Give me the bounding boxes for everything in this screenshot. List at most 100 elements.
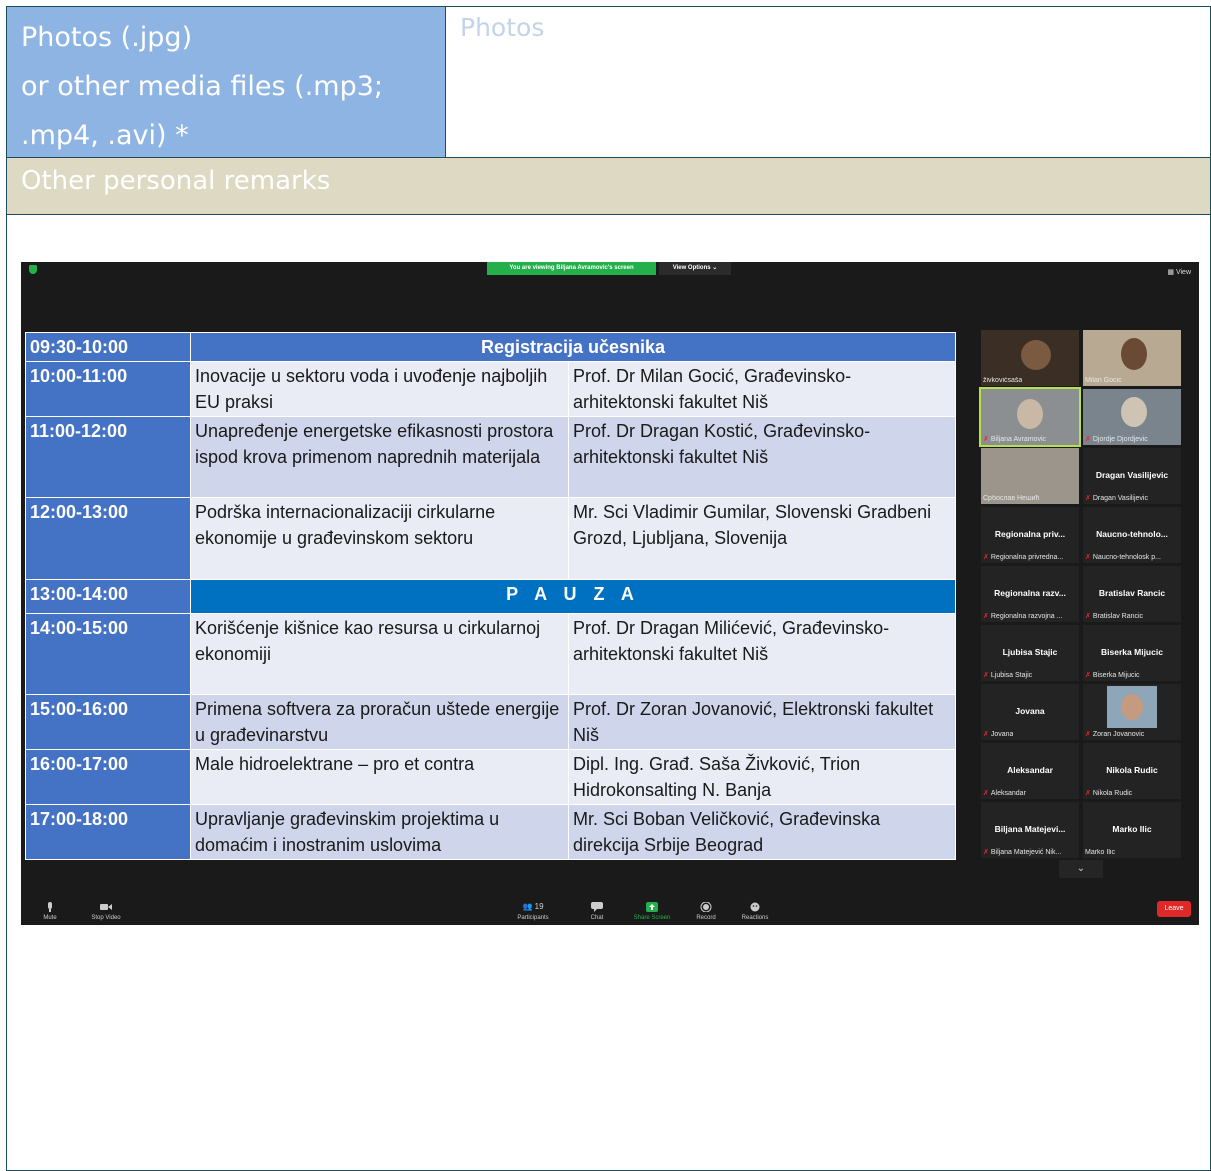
participant-name: Regionalna razv... [994,588,1066,598]
participant-label: ✗ Bratislav Rancic [1085,613,1144,620]
mic-muted-icon: ✗ [1085,436,1091,443]
participant-tile[interactable]: Naucno-tehnolo... ✗ Naucno-tehnolosk p... [1083,507,1181,563]
participant-tile[interactable]: Biserka Mijucic ✗ Biserka Mijucic [1083,625,1181,681]
participant-label: ✗ Djordje Djordjevic [1085,436,1148,443]
participant-tile[interactable]: Aleksandar ✗ Aleksandar [981,743,1079,799]
schedule-time: 12:00-13:00 [25,497,191,580]
participant-label: ✗ Jovana [983,731,1014,738]
schedule-time: 10:00-11:00 [25,361,191,417]
participant-label: ✗ Dragan Vasilijevic [1085,495,1148,502]
schedule-topic: Korišćenje kišnice kao resursa u cirkula… [190,613,569,695]
mic-muted-icon: ✗ [1085,672,1091,679]
photos-label-line1: Photos (.jpg) [21,22,193,53]
participant-tile[interactable]: Milan Gocic [1083,330,1181,386]
participant-video [1121,338,1147,370]
participant-video [1017,399,1043,429]
schedule-topic: Male hidroelektrane – pro et contra [190,749,569,805]
schedule-speaker: Prof. Dr Dragan Kostić, Građevinsko-arhi… [567,416,957,498]
mic-muted-icon: ✗ [983,554,989,561]
reactions-button[interactable]: Reactions [730,902,780,921]
mic-muted-icon: ✗ [983,790,989,797]
view-button[interactable]: ▦ View [1167,268,1191,276]
photos-label-line3: .mp4, .avi) * [21,120,189,151]
view-label: View [1175,269,1191,276]
participant-label: ✗ Ljubisa Stajic [983,672,1033,679]
camera-icon [100,904,112,910]
participant-name: Jovana [1015,706,1045,716]
chevron-down-icon[interactable]: ⌄ [1059,860,1103,878]
participant-label: ✗ Regionalna razvojna ... [983,613,1063,620]
leave-button[interactable]: Leave [1157,901,1191,917]
photos-label-cell: Photos (.jpg) or other media files (.mp3… [7,7,446,158]
zoom-screenshot: You are viewing Biljana Avramovic's scre… [21,262,1199,925]
participant-name: Biljana Matejevi... [994,824,1066,834]
schedule-time: 11:00-12:00 [25,416,191,498]
participant-name: Biserka Mijucic [1101,647,1163,657]
participant-tile[interactable]: živkovićsaša [981,330,1079,386]
participant-name: Nikola Rudic [1106,765,1158,775]
mic-muted-icon: ✗ [983,731,989,738]
participant-tile[interactable]: Regionalna razv... ✗ Regionalna razvojna … [981,566,1079,622]
participant-label: ✗ Regionalna privredna... [983,554,1064,561]
mic-muted-icon: ✗ [983,849,989,856]
participant-tile[interactable]: Србослав Нешић [981,448,1079,504]
mic-muted-icon: ✗ [1085,731,1091,738]
photos-value-cell[interactable]: Photos [446,7,1210,158]
participant-tile[interactable]: ✗ Biljana Avramovic [979,387,1081,447]
participant-name: Bratislav Rancic [1098,588,1166,598]
participant-name: Dragan Vasilijevic [1095,470,1169,480]
share-screen-icon [646,902,658,912]
share-screen-button[interactable]: Share Screen [627,902,677,921]
smiley-icon [750,902,760,912]
participant-tile[interactable]: Nikola Rudic ✗ Nikola Rudic [1083,743,1181,799]
schedule-table: 09:30-10:00 Registracija učesnika 10:00-… [25,332,957,860]
participant-name: Ljubisa Stajic [1002,647,1058,657]
photos-placeholder: Photos [460,13,545,42]
grid-icon: ▦ [1167,269,1176,276]
schedule-time: 09:30-10:00 [25,332,191,362]
mic-muted-icon: ✗ [1085,495,1091,502]
participants-button[interactable]: 👥 19 Participants [508,902,558,921]
participant-label: ✗ Nikola Rudic [1085,790,1133,797]
schedule-speaker: Prof. Dr Zoran Jovanović, Elektronski fa… [567,694,957,750]
participant-tile[interactable]: ✗ Djordje Djordjevic [1083,389,1181,445]
zoom-top-bar: You are viewing Biljana Avramovic's scre… [21,262,1199,276]
mic-muted-icon: ✗ [983,436,989,443]
participant-tile[interactable]: ✗ Zoran Jovanovic [1083,684,1181,740]
chat-button[interactable]: Chat [572,902,622,921]
participant-label: Србослав Нешић [983,495,1040,502]
schedule-speaker: Prof. Dr Dragan Milićević, Građevinsko-a… [567,613,957,695]
schedule-topic: Unapređenje energetske efikasnosti prost… [190,416,569,498]
participant-label: ✗ Biljana Matejević Nik... [983,849,1062,856]
participant-tile[interactable]: Jovana ✗ Jovana [981,684,1079,740]
chat-icon [591,902,603,912]
schedule-topic: Podrška internacionalizaciji cirkularne … [190,497,569,580]
mic-muted-icon: ✗ [1085,613,1091,620]
participant-video [1107,686,1157,728]
schedule-time: 17:00-18:00 [25,804,191,860]
mic-muted-icon: ✗ [1085,554,1091,561]
participant-tile[interactable]: Marko Ilic Marko Ilic [1083,802,1181,858]
record-icon [700,902,712,912]
participant-tile[interactable]: Regionalna priv... ✗ Regionalna privredna… [981,507,1079,563]
schedule-topic: Primena softvera za proračun uštede ener… [190,694,569,750]
viewing-banner: You are viewing Biljana Avramovic's scre… [487,262,656,275]
participant-label: živkovićsaša [983,377,1023,384]
zoom-control-bar: Mute Stop Video 👥 19 Participants Chat S… [21,887,1199,925]
participant-label: ✗ Biljana Avramovic [983,436,1046,443]
schedule-header-title: Registracija učesnika [189,332,957,362]
schedule-time: 15:00-16:00 [25,694,191,750]
view-options-button[interactable]: View Options ⌄ [659,262,731,275]
participant-label: ✗ Naucno-tehnolosk p... [1085,554,1161,561]
mute-button[interactable]: Mute [25,902,75,921]
participant-tile[interactable]: Biljana Matejevi... ✗ Biljana Matejević N… [981,802,1079,858]
participant-tile[interactable]: Dragan Vasilijevic ✗ Dragan Vasilijevic [1083,448,1181,504]
mic-muted-icon: ✗ [1085,790,1091,797]
participant-name: Naucno-tehnolo... [1096,529,1168,539]
participant-tile[interactable]: Bratislav Rancic ✗ Bratislav Rancic [1083,566,1181,622]
participant-label: ✗ Biserka Mijucic [1085,672,1140,679]
schedule-time: 14:00-15:00 [25,613,191,695]
participant-tile[interactable]: Ljubisa Stajic ✗ Ljubisa Stajic [981,625,1079,681]
record-button[interactable]: Record [681,902,731,921]
stop-video-button[interactable]: Stop Video [81,902,131,921]
